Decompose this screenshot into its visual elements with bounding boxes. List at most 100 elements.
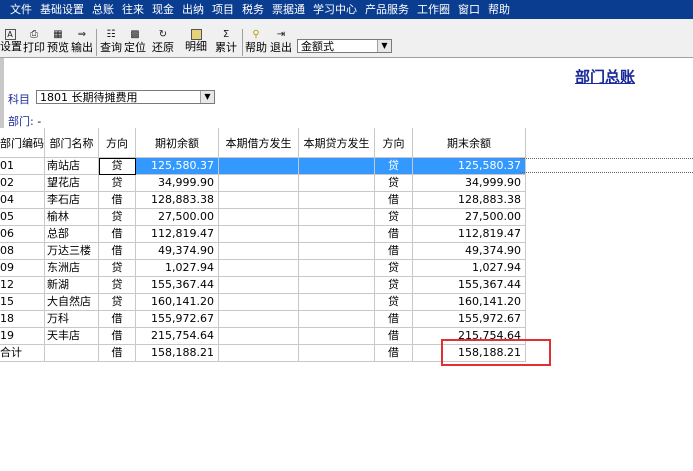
cell-name[interactable]	[44, 344, 99, 362]
table-row[interactable]: 05 榆林贷 27,500.00 贷 27,500.00	[0, 208, 526, 226]
cell-code[interactable]: 05	[0, 208, 45, 226]
col-header-closing[interactable]: 期末余额	[412, 128, 526, 158]
cumulative-button[interactable]: Σ 累计	[213, 29, 239, 57]
cell-closing[interactable]: 155,367.44	[412, 276, 526, 294]
cell-code[interactable]: 06	[0, 225, 45, 243]
cell-credit[interactable]	[298, 157, 375, 175]
print-button[interactable]: ⎙ 打印	[23, 29, 45, 57]
cell-name[interactable]: 万达三楼	[44, 242, 99, 260]
cell-opening[interactable]: 155,972.67	[135, 310, 219, 328]
menu-item[interactable]: 出纳	[178, 0, 208, 19]
cell-code[interactable]: 08	[0, 242, 45, 260]
cell-dir1[interactable]: 借	[98, 327, 136, 345]
col-header-name[interactable]: 部门名称	[44, 128, 99, 158]
cell-name[interactable]: 新湖	[44, 276, 99, 294]
cell-debit[interactable]	[218, 327, 299, 345]
cell-opening[interactable]: 128,883.38	[135, 191, 219, 209]
menu-item[interactable]: 项目	[208, 0, 238, 19]
cell-debit[interactable]	[218, 259, 299, 277]
cell-closing[interactable]: 128,883.38	[412, 191, 526, 209]
col-header-debit[interactable]: 本期借方发生	[218, 128, 299, 158]
menu-item[interactable]: 学习中心	[309, 0, 361, 19]
locate-button[interactable]: ▩ 定位	[124, 29, 146, 57]
menu-item[interactable]: 帮助	[484, 0, 514, 19]
cell-dir1[interactable]: 借	[98, 344, 136, 362]
cell-name[interactable]: 东洲店	[44, 259, 99, 277]
cell-debit[interactable]	[218, 225, 299, 243]
cell-dir1[interactable]: 借	[98, 191, 136, 209]
chevron-down-icon[interactable]: ▼	[377, 40, 391, 52]
cell-closing[interactable]: 34,999.90	[412, 174, 526, 192]
cell-closing[interactable]: 27,500.00	[412, 208, 526, 226]
cell-opening[interactable]: 158,188.21	[135, 344, 219, 362]
cell-debit[interactable]	[218, 157, 299, 175]
cell-dir1[interactable]: 借	[98, 242, 136, 260]
menu-item[interactable]: 产品服务	[361, 0, 413, 19]
cell-dir1[interactable]: 贷	[98, 293, 136, 311]
table-row[interactable]: 12 新湖贷 155,367.44 贷 155,367.44	[0, 276, 526, 294]
col-header-direction-end[interactable]: 方向	[374, 128, 413, 158]
detail-button[interactable]: 明细	[183, 29, 209, 57]
cell-name[interactable]: 天丰店	[44, 327, 99, 345]
cell-debit[interactable]	[218, 174, 299, 192]
cell-credit[interactable]	[298, 208, 375, 226]
cell-dir1[interactable]: 贷	[98, 259, 136, 277]
cell-dir2[interactable]: 贷	[374, 276, 413, 294]
cell-dir2[interactable]: 贷	[374, 293, 413, 311]
cell-debit[interactable]	[218, 344, 299, 362]
cell-dir2[interactable]: 借	[374, 327, 413, 345]
menu-item[interactable]: 文件	[0, 0, 36, 19]
cell-debit[interactable]	[218, 242, 299, 260]
cell-dir2[interactable]: 贷	[374, 157, 413, 175]
cell-debit[interactable]	[218, 310, 299, 328]
cell-dir1[interactable]: 贷	[98, 208, 136, 226]
format-select[interactable]: 金额式 ▼	[297, 39, 392, 53]
cell-closing[interactable]: 112,819.47	[412, 225, 526, 243]
cell-dir2[interactable]: 借	[374, 225, 413, 243]
cell-opening[interactable]: 1,027.94	[135, 259, 219, 277]
cell-dir2[interactable]: 借	[374, 310, 413, 328]
menu-item[interactable]: 税务	[238, 0, 268, 19]
cell-dir1[interactable]: 贷	[98, 276, 136, 294]
cell-credit[interactable]	[298, 242, 375, 260]
table-row[interactable]: 09 东洲店贷 1,027.94 贷 1,027.94	[0, 259, 526, 277]
cell-dir2[interactable]: 贷	[374, 174, 413, 192]
table-row[interactable]: 04 李石店借 128,883.38 借 128,883.38	[0, 191, 526, 209]
menu-item[interactable]: 现金	[148, 0, 178, 19]
col-header-code[interactable]: 部门编码	[0, 128, 45, 158]
cell-closing[interactable]: 155,972.67	[412, 310, 526, 328]
menu-item[interactable]: 基础设置	[36, 0, 88, 19]
cell-closing[interactable]: 1,027.94	[412, 259, 526, 277]
cell-closing[interactable]: 49,374.90	[412, 242, 526, 260]
cell-dir2[interactable]: 贷	[374, 259, 413, 277]
cell-code[interactable]: 04	[0, 191, 45, 209]
chevron-down-icon[interactable]: ▼	[200, 91, 214, 103]
cell-dir2[interactable]: 借	[374, 191, 413, 209]
cell-name[interactable]: 望花店	[44, 174, 99, 192]
restore-button[interactable]: ↻ 还原	[152, 29, 174, 57]
cell-code[interactable]: 18	[0, 310, 45, 328]
cell-name[interactable]: 李石店	[44, 191, 99, 209]
table-row[interactable]: 01 南站店贷 125,580.37 贷 125,580.37	[0, 157, 526, 175]
cell-opening[interactable]: 112,819.47	[135, 225, 219, 243]
settings-button[interactable]: A 设置	[0, 29, 22, 57]
cell-code[interactable]: 19	[0, 327, 45, 345]
cell-name[interactable]: 大自然店	[44, 293, 99, 311]
menu-item[interactable]: 窗口	[454, 0, 484, 19]
table-row[interactable]: 02 望花店贷 34,999.90 贷 34,999.90	[0, 174, 526, 192]
cell-dir1[interactable]: 借	[98, 310, 136, 328]
cell-code[interactable]: 01	[0, 157, 45, 175]
cell-closing[interactable]: 160,141.20	[412, 293, 526, 311]
cell-dir2[interactable]: 借	[374, 344, 413, 362]
cell-credit[interactable]	[298, 276, 375, 294]
cell-opening[interactable]: 125,580.37	[135, 157, 219, 175]
cell-dir2[interactable]: 贷	[374, 208, 413, 226]
query-button[interactable]: ☷ 查询	[100, 29, 122, 57]
menu-item[interactable]: 总账	[88, 0, 118, 19]
cell-opening[interactable]: 155,367.44	[135, 276, 219, 294]
cell-debit[interactable]	[218, 293, 299, 311]
table-row[interactable]: 06 总部借 112,819.47 借 112,819.47	[0, 225, 526, 243]
menu-item[interactable]: 工作圈	[413, 0, 454, 19]
cell-name[interactable]: 榆林	[44, 208, 99, 226]
col-header-credit[interactable]: 本期贷方发生	[298, 128, 375, 158]
